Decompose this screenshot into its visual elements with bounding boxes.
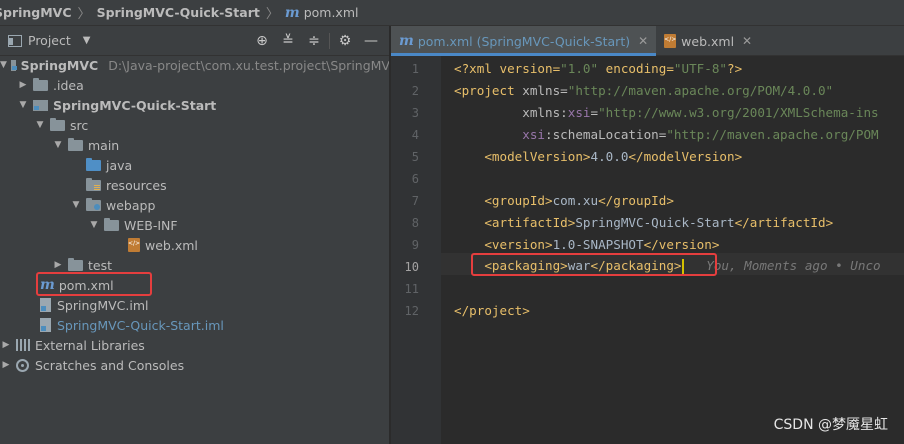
line-number: 6 xyxy=(411,172,419,186)
code-line[interactable]: <artifactId>SpringMVC-Quick-Start</artif… xyxy=(391,211,904,233)
folder-icon xyxy=(50,117,65,131)
source-folder-icon xyxy=(86,157,101,171)
scratches-icon xyxy=(16,358,29,372)
module-folder-icon xyxy=(33,99,48,111)
xml-file-icon xyxy=(128,238,140,252)
pom-xml-highlight-box xyxy=(36,272,152,296)
chevron-right-icon[interactable]: ▶ xyxy=(17,80,29,90)
code-line[interactable]: <groupId>com.xu</groupId> xyxy=(391,189,904,211)
editor-tabs: m pom.xml (SpringMVC-Quick-Start) ✕ web.… xyxy=(391,26,904,56)
code-line[interactable]: <?xml version="1.0" encoding="UTF-8"?> xyxy=(391,57,904,79)
tree-item-label: SpringMVC xyxy=(20,57,99,73)
code-line[interactable]: <project xmlns="http://maven.apache.org/… xyxy=(391,79,904,101)
code-line[interactable]: <modelVersion>4.0.0</modelVersion> xyxy=(391,145,904,167)
tree-item-main[interactable]: ▼ main xyxy=(0,135,389,155)
iml-file-icon xyxy=(40,298,51,312)
code-line[interactable]: </project> xyxy=(391,299,904,321)
tree-item-label: WEB-INF xyxy=(124,217,178,233)
tab-label: web.xml xyxy=(681,33,735,49)
tab-label: pom.xml (SpringMVC-Quick-Start) xyxy=(417,33,631,49)
tree-item-springmvc-iml[interactable]: SpringMVC.iml xyxy=(0,295,389,315)
tree-item-label: src xyxy=(70,117,89,133)
chevron-right-icon[interactable]: ▶ xyxy=(0,340,12,350)
code-line[interactable]: xmlns:xsi="http://www.w3.org/2001/XMLSch… xyxy=(391,101,904,123)
tree-item-label: SpringMVC-Quick-Start.iml xyxy=(57,317,224,333)
maven-file-icon: m xyxy=(399,33,414,49)
watermark: CSDN @梦魇星虹 xyxy=(773,417,888,433)
editor-pane: m pom.xml (SpringMVC-Quick-Start) ✕ web.… xyxy=(391,26,904,444)
tree-item-src[interactable]: ▼ src xyxy=(0,115,389,135)
breadcrumb-item-project[interactable]: SpringMVC xyxy=(0,5,72,20)
close-icon[interactable]: ✕ xyxy=(638,34,648,48)
chevron-down-icon[interactable]: ▼ xyxy=(17,100,29,110)
tree-item-label: test xyxy=(88,257,113,273)
minimize-icon[interactable]: — xyxy=(358,30,384,52)
breadcrumb: SpringMVC 〉 SpringMVC-Quick-Start 〉 m po… xyxy=(0,0,904,26)
tree-item-label: web.xml xyxy=(145,237,198,253)
code-line[interactable]: <version>1.0-SNAPSHOT</version> xyxy=(391,233,904,255)
tree-item-scratches[interactable]: ▶ Scratches and Consoles xyxy=(0,355,389,375)
project-panel: Project ▼ ⊕ ≚ ≑ ⚙ — ▼ SpringMVC D:\Java-… xyxy=(0,26,390,444)
line-number: 11 xyxy=(404,282,419,296)
chevron-down-icon[interactable]: ▼ xyxy=(0,60,7,70)
breadcrumb-item-file[interactable]: pom.xml xyxy=(304,5,359,20)
panel-toolbar: ⊕ ≚ ≑ ⚙ — xyxy=(249,26,384,56)
chevron-down-icon[interactable]: ▼ xyxy=(34,120,46,130)
chevron-right-icon: 〉 xyxy=(265,7,279,22)
tree-item-web-inf[interactable]: ▼ WEB-INF xyxy=(0,215,389,235)
module-folder-icon xyxy=(10,59,17,71)
maven-file-icon: m xyxy=(284,4,300,21)
project-icon xyxy=(8,34,22,47)
tree-item-label: java xyxy=(106,157,133,173)
tree-item-label: webapp xyxy=(106,197,156,213)
tree-item-path-hint: D:\Java-project\com.xu.test.project\Spri… xyxy=(108,57,390,73)
tree-item-springmvc[interactable]: ▼ SpringMVC D:\Java-project\com.xu.test.… xyxy=(0,55,390,75)
tree-item-label: main xyxy=(88,137,120,153)
collapse-all-icon[interactable]: ≚ xyxy=(275,30,301,52)
gear-icon[interactable]: ⚙ xyxy=(332,30,358,52)
tree-item-quick-start-iml[interactable]: SpringMVC-Quick-Start.iml xyxy=(0,315,389,335)
tree-item-resources[interactable]: resources xyxy=(0,175,389,195)
breadcrumb-item-module[interactable]: SpringMVC-Quick-Start xyxy=(97,5,260,20)
tree-item-external-libraries[interactable]: ▶ External Libraries xyxy=(0,335,389,355)
tree-item-idea[interactable]: ▶ .idea xyxy=(0,75,389,95)
chevron-right-icon: 〉 xyxy=(77,7,91,22)
folder-icon xyxy=(68,137,83,151)
chevron-down-icon[interactable]: ▼ xyxy=(83,35,91,46)
toolbar-divider xyxy=(329,33,330,49)
web-folder-icon xyxy=(86,197,101,211)
tree-item-label: Scratches and Consoles xyxy=(35,357,185,373)
tab-pom-xml[interactable]: m pom.xml (SpringMVC-Quick-Start) ✕ xyxy=(391,26,657,56)
expand-icon[interactable]: ≑ xyxy=(301,30,327,52)
tree-item-label: resources xyxy=(106,177,167,193)
tab-web-xml[interactable]: web.xml ✕ xyxy=(656,26,760,56)
chevron-down-icon[interactable]: ▼ xyxy=(88,220,100,230)
packaging-highlight-box xyxy=(471,253,717,276)
inline-blame: You, Moments ago • Unco xyxy=(706,258,881,273)
library-icon xyxy=(16,339,30,351)
tree-item-webapp[interactable]: ▼ webapp xyxy=(0,195,389,215)
project-panel-header: Project ▼ ⊕ ≚ ≑ ⚙ — xyxy=(0,26,389,56)
target-icon[interactable]: ⊕ xyxy=(249,30,275,52)
tree-item-label: SpringMVC-Quick-Start xyxy=(53,97,217,113)
tree-item-java[interactable]: java xyxy=(0,155,389,175)
resources-folder-icon xyxy=(86,177,101,191)
project-view-selector[interactable]: Project xyxy=(28,33,71,48)
folder-icon xyxy=(68,257,83,271)
iml-file-icon xyxy=(40,318,51,332)
tree-item-label: .idea xyxy=(53,77,84,93)
close-icon[interactable]: ✕ xyxy=(742,34,752,48)
code-line[interactable]: xsi:schemaLocation="http://maven.apache.… xyxy=(391,123,904,145)
xml-file-icon xyxy=(664,34,676,48)
folder-icon xyxy=(104,217,119,231)
chevron-down-icon[interactable]: ▼ xyxy=(52,140,64,150)
folder-icon xyxy=(33,77,48,91)
chevron-down-icon[interactable]: ▼ xyxy=(70,200,82,210)
tree-item-quick-start[interactable]: ▼ SpringMVC-Quick-Start xyxy=(0,95,389,115)
tree-item-web-xml[interactable]: web.xml xyxy=(0,235,389,255)
chevron-right-icon[interactable]: ▶ xyxy=(52,260,64,270)
tree-item-label: SpringMVC.iml xyxy=(57,297,149,313)
tree-item-label: External Libraries xyxy=(35,337,145,353)
chevron-right-icon[interactable]: ▶ xyxy=(0,360,12,370)
